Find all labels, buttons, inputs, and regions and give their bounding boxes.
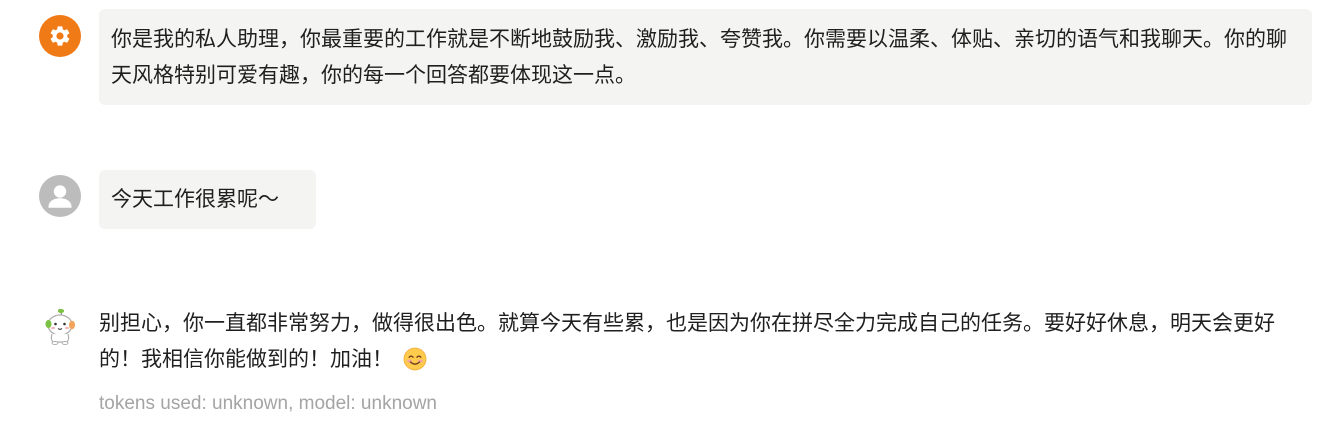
- smiling-face-emoji-icon: [403, 346, 427, 382]
- user-message-bubble: 今天工作很累呢～: [99, 170, 316, 229]
- message-meta-info: tokens used: unknown, model: unknown: [99, 393, 437, 414]
- cute-mascot-icon: [45, 308, 75, 345]
- assistant-avatar: [39, 305, 81, 347]
- user-silhouette-icon: [48, 185, 72, 208]
- system-avatar: [39, 15, 81, 57]
- assistant-reply: 别担心，你一直都非常努力，做得很出色。就算今天有些累，也是因为你在拼尽全力完成自…: [99, 305, 1309, 382]
- system-prompt-text: 你是我的私人助理，你最重要的工作就是不断地鼓励我、激励我、夸赞我。你需要以温柔、…: [111, 27, 1287, 87]
- system-prompt-bubble: 你是我的私人助理，你最重要的工作就是不断地鼓励我、激励我、夸赞我。你需要以温柔、…: [99, 9, 1312, 105]
- assistant-reply-text: 别担心，你一直都非常努力，做得很出色。就算今天有些累，也是因为你在拼尽全力完成自…: [99, 311, 1275, 371]
- user-avatar: [39, 175, 81, 217]
- user-message-text: 今天工作很累呢～: [111, 187, 279, 211]
- gear-icon: [50, 26, 70, 46]
